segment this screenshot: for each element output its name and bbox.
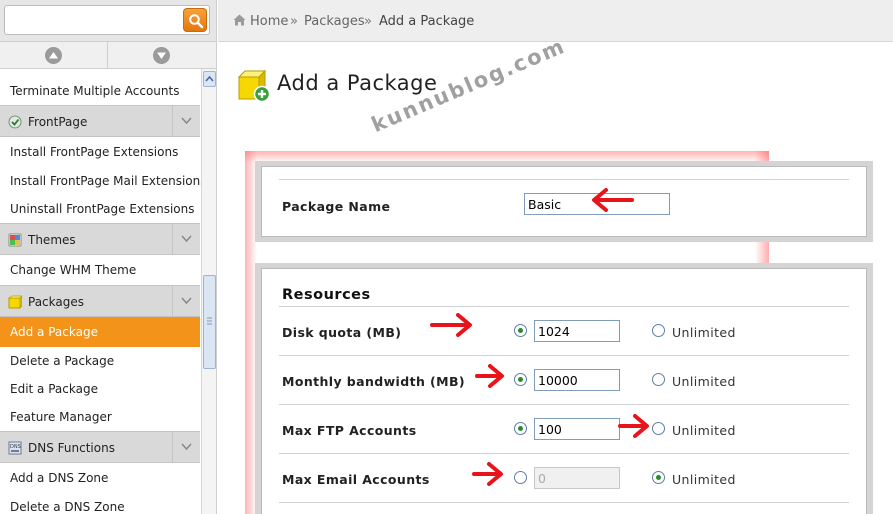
sidebar-section-dns-functions[interactable]: DNS DNS Functions [0,431,200,463]
sidebar-item-change-whm-theme[interactable]: Change WHM Theme [0,255,200,285]
page-title: Add a Package [277,71,438,95]
breadcrumb: Home » Packages » Add a Package [218,0,893,42]
sidebar: Terminate Multiple Accounts FrontPage In… [0,0,217,514]
sidebar-menu: Terminate Multiple Accounts FrontPage In… [0,77,207,514]
monthly-bandwidth-unlimited-label: Unlimited [672,374,736,389]
chevron-down-icon [181,443,192,451]
search-button[interactable] [183,8,207,32]
search-bar [0,0,216,42]
sidebar-section-label: DNS Functions [28,441,115,455]
chevron-down-icon [181,117,192,125]
sidebar-scrollbar[interactable] [201,69,216,514]
search-icon [189,14,204,29]
max-email-unlimited-label: Unlimited [672,472,736,487]
sidebar-item-edit-a-package[interactable]: Edit a Package [0,375,200,403]
breadcrumb-home-link[interactable]: Home [250,14,288,29]
packages-icon [8,295,22,309]
chevron-up-icon [205,75,214,82]
dns-icon: DNS [8,441,22,455]
monthly-bandwidth-limited-radio[interactable] [514,373,527,386]
disk-quota-unlimited-label: Unlimited [672,325,736,340]
sidebar-section-label: Packages [28,295,84,309]
sidebar-section-frontpage[interactable]: FrontPage [0,105,200,137]
annotation-arrow-right-icon [472,462,503,486]
max-ftp-accounts-input[interactable] [534,418,620,440]
search-input[interactable] [4,5,210,35]
triangle-up-icon [49,52,58,59]
chevron-down-icon [181,235,192,243]
disk-quota-input[interactable] [534,320,620,342]
breadcrumb-current: Add a Package [379,14,475,29]
scroll-menu-up-button[interactable] [0,42,108,69]
sidebar-item-install-frontpage-mail-extensions[interactable]: Install FrontPage Mail Extensions [0,167,207,195]
monthly-bandwidth-input[interactable] [534,369,620,391]
max-email-unlimited-radio[interactable] [652,471,665,484]
frontpage-icon [8,115,22,129]
annotation-arrow-right-icon [618,414,649,438]
sidebar-item-delete-a-package[interactable]: Delete a Package [0,347,200,375]
add-package-icon [237,69,271,103]
sidebar-section-label: FrontPage [28,115,88,129]
breadcrumb-separator: » [364,14,372,29]
monthly-bandwidth-label: Monthly bandwidth (MB) [282,374,466,389]
disk-quota-label: Disk quota (MB) [282,325,402,340]
chevron-down-icon [181,297,192,305]
max-email-limited-radio[interactable] [514,471,527,484]
sidebar-section-label: Themes [28,233,76,247]
sidebar-section-packages[interactable]: Packages [0,285,200,317]
scrollbar-up-arrow[interactable] [203,71,216,87]
max-ftp-accounts-label: Max FTP Accounts [282,423,417,438]
max-ftp-unlimited-label: Unlimited [672,423,736,438]
sidebar-item-add-a-dns-zone[interactable]: Add a DNS Zone [0,463,200,493]
svg-text:DNS: DNS [10,444,21,450]
main-content: Add a Package Package Name Resources Dis… [218,43,893,514]
disk-quota-unlimited-radio[interactable] [652,324,665,337]
resources-panel: Resources Disk quota (MB) Unlimited Mont… [255,263,873,514]
max-email-accounts-input[interactable] [534,467,620,489]
home-icon[interactable] [233,14,246,26]
triangle-down-icon [157,52,166,59]
breadcrumb-separator: » [290,14,298,29]
disk-quota-limited-radio[interactable] [514,324,527,337]
annotation-arrow-right-icon [430,313,472,337]
scroll-menu-down-button[interactable] [108,42,216,69]
sidebar-item-uninstall-frontpage-extensions[interactable]: Uninstall FrontPage Extensions [0,195,200,223]
sidebar-item-add-a-package[interactable]: Add a Package [0,317,200,347]
sidebar-item-install-frontpage-extensions[interactable]: Install FrontPage Extensions [0,137,200,167]
menu-scroll-controls [0,42,216,69]
sidebar-item-feature-manager[interactable]: Feature Manager [0,403,200,431]
sidebar-item-terminate-multiple-accounts[interactable]: Terminate Multiple Accounts [0,77,200,105]
scrollbar-thumb[interactable] [203,275,216,369]
max-ftp-limited-radio[interactable] [514,422,527,435]
themes-icon [8,233,22,247]
max-ftp-unlimited-radio[interactable] [652,422,665,435]
package-name-panel: Package Name [255,161,873,242]
annotation-arrow-right-icon [475,364,504,388]
max-email-accounts-label: Max Email Accounts [282,472,430,487]
grip-icon [207,317,212,325]
package-name-label: Package Name [282,199,391,214]
resources-title: Resources [282,287,371,303]
monthly-bandwidth-unlimited-radio[interactable] [652,373,665,386]
sidebar-item-delete-a-dns-zone[interactable]: Delete a DNS Zone [0,493,200,514]
breadcrumb-packages-link[interactable]: Packages [304,14,365,29]
sidebar-section-themes[interactable]: Themes [0,223,200,255]
annotation-arrow-left-icon [592,188,634,212]
